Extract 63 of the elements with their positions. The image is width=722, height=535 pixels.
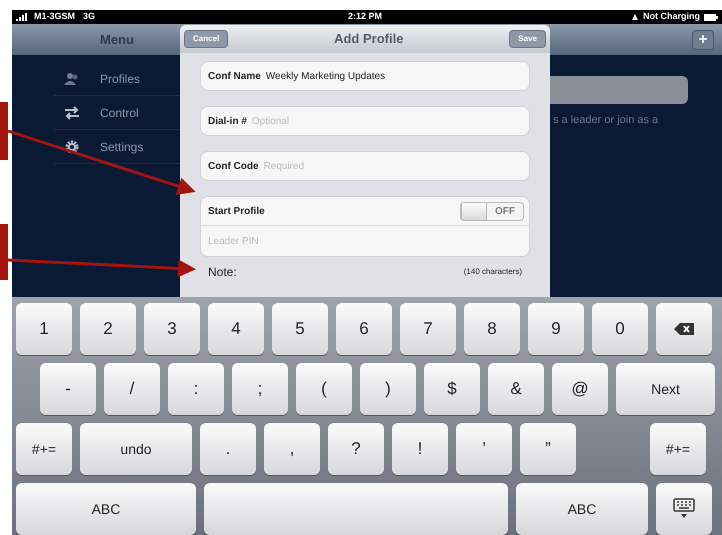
- field-value: Weekly Marketing Updates: [266, 70, 386, 84]
- signal-icon: [16, 13, 30, 21]
- key[interactable]: (: [296, 363, 352, 415]
- keyboard-icon: [673, 498, 695, 520]
- key[interactable]: ): [360, 363, 416, 415]
- placeholder-text: Required: [264, 160, 304, 174]
- key[interactable]: ”: [520, 423, 576, 475]
- key[interactable]: !: [392, 423, 448, 475]
- battery-icon: [704, 14, 718, 20]
- key[interactable]: 9: [528, 303, 584, 355]
- key[interactable]: 2: [80, 303, 136, 355]
- character-limit: (140 characters): [464, 266, 522, 278]
- people-icon: [64, 72, 80, 86]
- battery-status: Not Charging: [643, 10, 700, 24]
- form-field[interactable]: Dial-in # Optional: [200, 106, 530, 136]
- key[interactable]: ,: [264, 423, 320, 475]
- key[interactable]: 4: [208, 303, 264, 355]
- key[interactable]: &: [488, 363, 544, 415]
- undo-key[interactable]: undo: [80, 423, 192, 475]
- note-label: Note:: [208, 264, 237, 281]
- clock-time: 2:12 PM: [348, 10, 382, 24]
- swap-arrows-icon: [64, 106, 80, 120]
- lock-icon: [631, 13, 639, 21]
- toggle-switch[interactable]: OFF: [460, 202, 524, 220]
- key[interactable]: $: [424, 363, 480, 415]
- key[interactable]: 5: [272, 303, 328, 355]
- network-type: 3G: [83, 10, 96, 24]
- placeholder-text: Optional: [252, 114, 290, 128]
- key[interactable]: 3: [144, 303, 200, 355]
- form-field[interactable]: Conf Name Weekly Marketing Updates: [200, 61, 530, 91]
- symbols-key[interactable]: #+=: [650, 423, 706, 475]
- next-key[interactable]: Next: [616, 363, 715, 415]
- key[interactable]: /: [104, 363, 160, 415]
- key[interactable]: 6: [336, 303, 392, 355]
- key[interactable]: :: [168, 363, 224, 415]
- hide-keyboard-key[interactable]: [656, 483, 712, 535]
- field-label: Dial-in #: [208, 114, 247, 128]
- dialog-title: Add Profile: [334, 30, 404, 48]
- key[interactable]: 1: [16, 303, 72, 355]
- carrier-name: M1-3GSM: [34, 10, 76, 24]
- key[interactable]: 8: [464, 303, 520, 355]
- key[interactable]: ?: [328, 423, 384, 475]
- key[interactable]: 0: [592, 303, 648, 355]
- key[interactable]: -: [40, 363, 96, 415]
- abc-key[interactable]: ABC: [516, 483, 648, 535]
- key[interactable]: @: [552, 363, 608, 415]
- field-label: Conf Name: [208, 70, 261, 84]
- key[interactable]: .: [200, 423, 256, 475]
- menu-title: Menu: [100, 30, 134, 49]
- key[interactable]: ;: [232, 363, 288, 415]
- gear-icon: [64, 138, 80, 154]
- add-button[interactable]: +: [692, 30, 714, 50]
- placeholder-text: Leader PIN: [208, 234, 259, 248]
- delete-key[interactable]: [656, 303, 712, 355]
- form-field[interactable]: Conf Code Required: [200, 151, 530, 181]
- backspace-icon: [674, 323, 694, 335]
- abc-key[interactable]: ABC: [16, 483, 196, 535]
- key[interactable]: ’: [456, 423, 512, 475]
- description-text: s a leader or join as a: [553, 113, 658, 128]
- start-profile-label: Start Profile: [208, 204, 265, 218]
- field-label: Conf Code: [208, 160, 259, 174]
- key[interactable]: 7: [400, 303, 456, 355]
- symbols-key[interactable]: #+=: [16, 423, 72, 475]
